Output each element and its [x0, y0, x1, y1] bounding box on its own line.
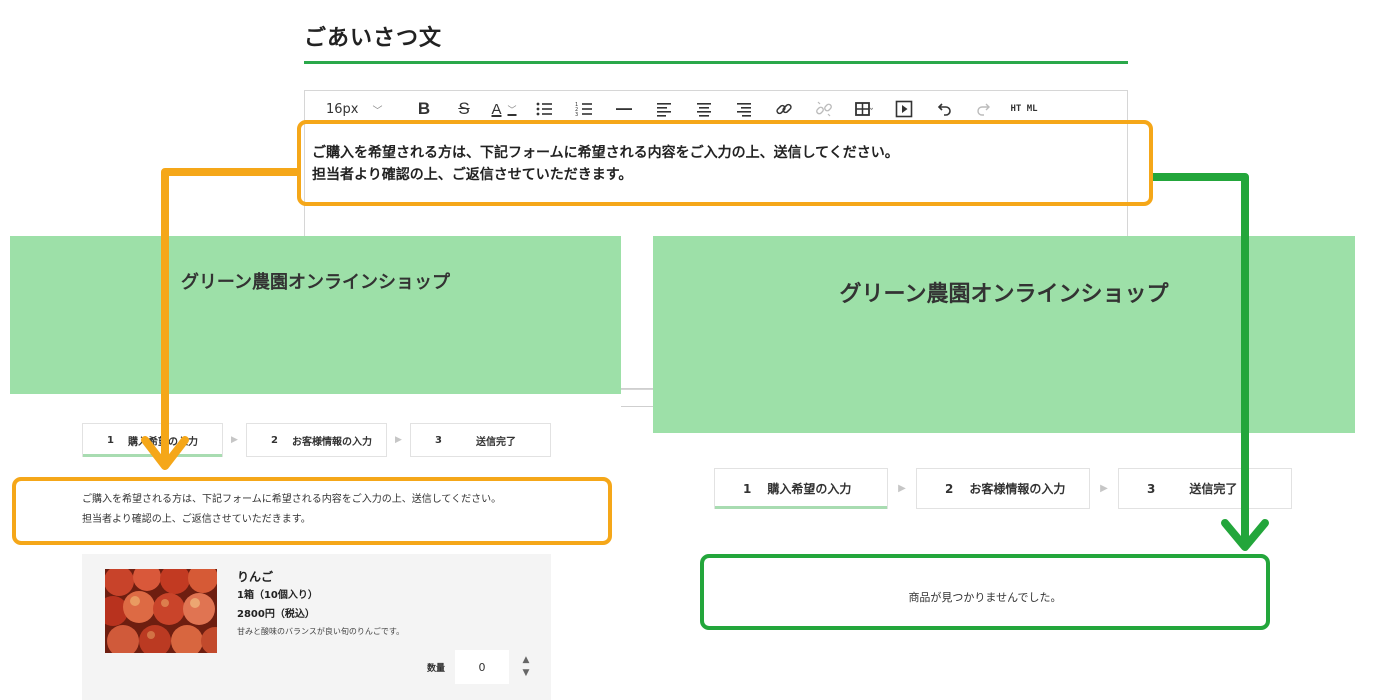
- right-shop-header: グリーン農園オンラインショップ: [653, 236, 1355, 433]
- svg-text:3: 3: [575, 112, 578, 118]
- font-color-letter: A: [491, 100, 502, 118]
- chevron-down-icon: ﹀: [507, 104, 517, 115]
- step-label: お客様情報の入力: [291, 436, 372, 448]
- link-icon: [776, 103, 792, 115]
- left-step-1: 1 購入希望の入力: [82, 423, 223, 457]
- apple-image: [105, 569, 217, 653]
- numbered-list-icon: 123: [575, 102, 592, 118]
- editor-title: ごあいさつ文: [304, 26, 443, 51]
- step-number: 1: [107, 434, 114, 446]
- left-step-2: 2 お客様情報の入力: [246, 423, 387, 457]
- editor-highlight-box: [297, 120, 1153, 206]
- step-number: 3: [435, 434, 442, 446]
- quantity-label: 数量: [427, 664, 446, 674]
- product-price: 2800円（税込）: [237, 609, 315, 620]
- product-name: りんご: [237, 570, 274, 584]
- chevron-down-icon: ﹀: [372, 105, 383, 117]
- right-step-3: 3 送信完了: [1118, 468, 1292, 509]
- step-arrow-icon: ▶: [1100, 483, 1108, 494]
- font-size-select[interactable]: 16px ﹀: [326, 102, 404, 117]
- align-left-icon: [657, 103, 671, 117]
- redo-icon: [977, 103, 990, 116]
- step-number: 3: [1147, 481, 1156, 496]
- step-arrow-icon: ▶: [395, 435, 402, 445]
- product-card: りんご 1箱（10個入り） 2800円（税込） 甘みと酸味のバランスが良い旬のり…: [82, 554, 551, 700]
- step-number: 2: [945, 481, 954, 496]
- font-size-value: 16px: [326, 101, 359, 117]
- align-center-icon: [697, 103, 711, 117]
- step-label: 購入希望の入力: [767, 482, 852, 496]
- left-shop-name: グリーン農園オンラインショップ: [180, 272, 451, 293]
- horizontal-rule-icon: [616, 108, 632, 110]
- right-shop-name: グリーン農園オンラインショップ: [839, 282, 1169, 307]
- editor-title-underline: [304, 61, 1128, 64]
- step-arrow-icon: ▶: [898, 483, 906, 494]
- step-label: 購入希望の入力: [127, 436, 198, 448]
- unlink-icon: [816, 101, 832, 117]
- step-number: 2: [271, 434, 278, 446]
- undo-icon: [937, 103, 951, 116]
- left-highlight-box: [12, 477, 612, 545]
- right-step-2: 2 お客様情報の入力: [916, 468, 1090, 509]
- decrement-icon[interactable]: ▼: [523, 667, 530, 680]
- step-number: 1: [743, 481, 752, 496]
- divider: [621, 388, 653, 389]
- step-label: お客様情報の入力: [969, 482, 1066, 496]
- quantity-input[interactable]: [455, 650, 509, 684]
- divider: [621, 406, 653, 407]
- no-products-message: 商品が見つかりませんでした。: [908, 591, 1062, 604]
- product-unit: 1箱（10個入り）: [237, 590, 318, 601]
- left-step-indicator: 1 購入希望の入力 ▶ 2 お客様情報の入力 ▶ 3 送信完了: [82, 423, 551, 457]
- step-label: 送信完了: [475, 436, 516, 448]
- product-description: 甘みと酸味のバランスが良い旬のりんごです。: [237, 627, 405, 636]
- right-highlight-box: 商品が見つかりませんでした。: [700, 554, 1270, 630]
- right-step-1: 1 購入希望の入力: [714, 468, 888, 509]
- media-icon: [895, 100, 913, 118]
- step-label: 送信完了: [1189, 482, 1238, 496]
- table-icon: [855, 102, 873, 116]
- bullet-list-icon: [536, 102, 552, 116]
- left-step-3: 3 送信完了: [410, 423, 551, 457]
- step-arrow-icon: ▶: [231, 435, 238, 445]
- right-step-indicator: 1 購入希望の入力 ▶ 2 お客様情報の入力 ▶ 3 送信完了: [714, 468, 1292, 509]
- align-right-icon: [737, 103, 751, 117]
- left-shop-header: グリーン農園オンラインショップ: [10, 236, 621, 394]
- quantity-stepper[interactable]: ▲ ▼: [519, 654, 533, 680]
- increment-icon[interactable]: ▲: [523, 654, 530, 667]
